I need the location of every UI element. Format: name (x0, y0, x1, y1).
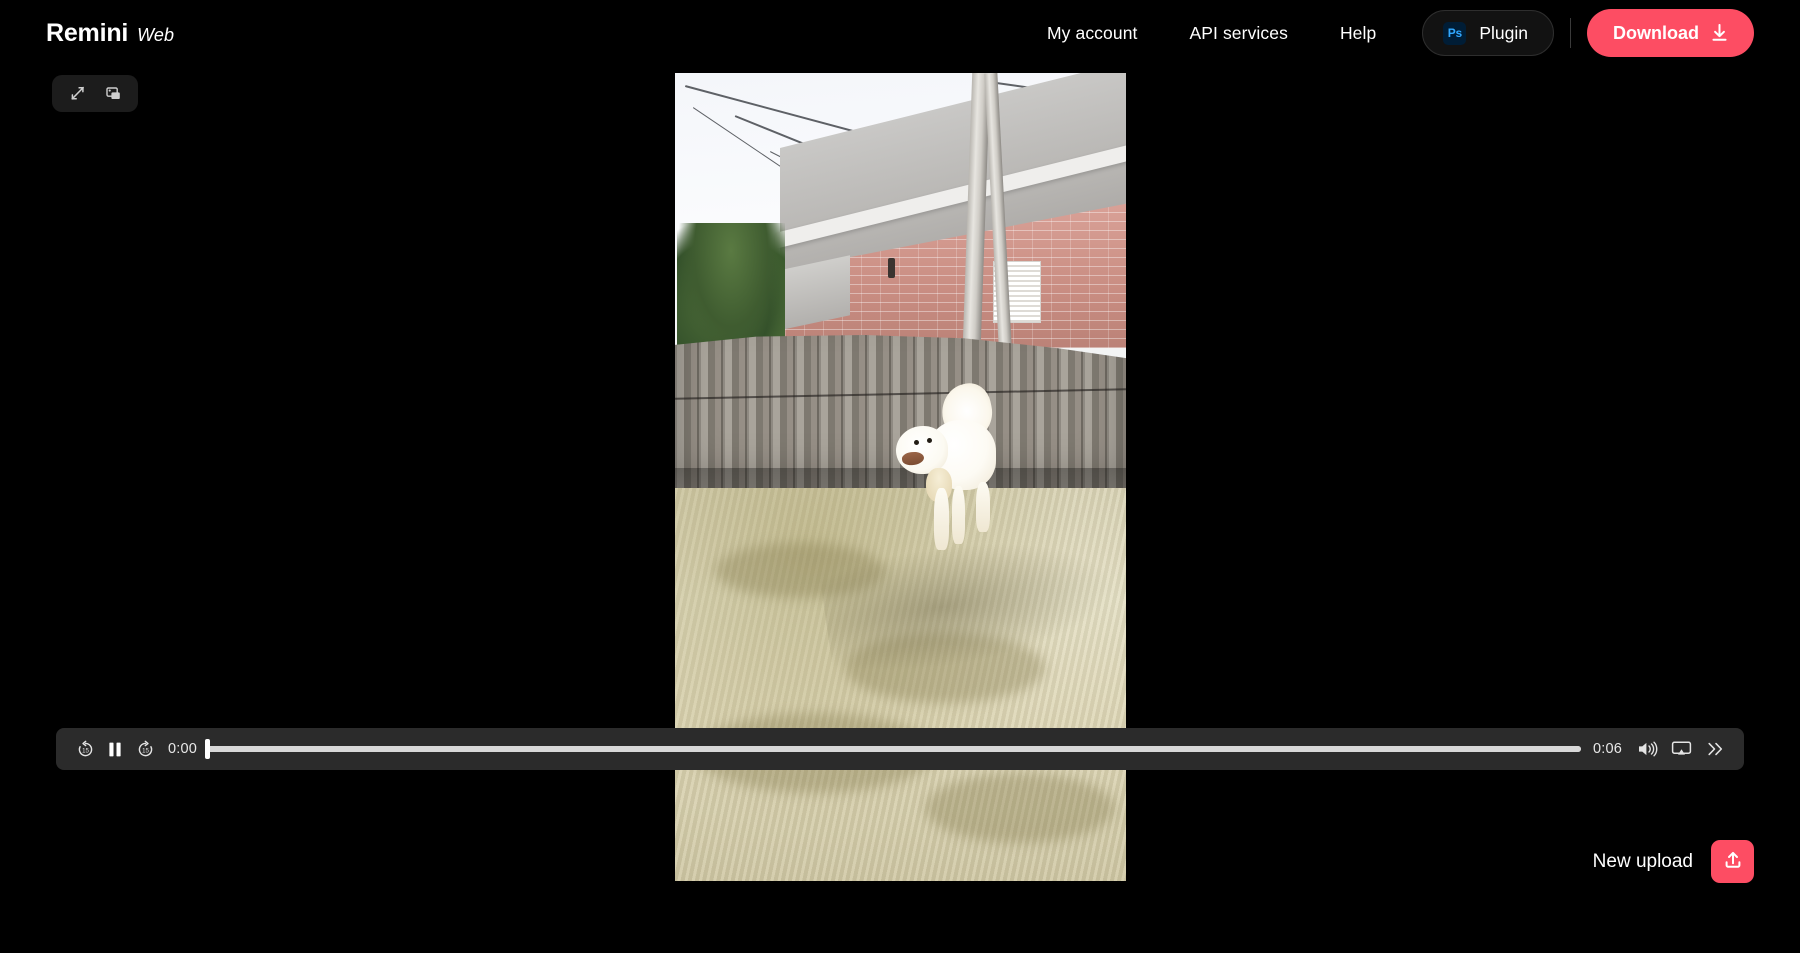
download-label: Download (1613, 22, 1699, 43)
photoshop-icon: Ps (1443, 21, 1467, 45)
video-player-controls: 15 15 0:00 0:06 (56, 728, 1744, 770)
pause-icon (107, 741, 123, 758)
player-right-controls (1632, 734, 1730, 764)
top-bar: Remini Web My account API services Help … (0, 0, 1800, 66)
airplay-icon (1671, 740, 1692, 758)
airplay-button[interactable] (1666, 734, 1696, 764)
progress-buffered (207, 746, 1581, 752)
download-icon (1711, 24, 1728, 42)
nav-help[interactable]: Help (1314, 23, 1402, 44)
nav-my-account[interactable]: My account (1029, 23, 1163, 44)
remini-web-app: Remini Web My account API services Help … (0, 0, 1800, 953)
dog-eye (927, 438, 932, 443)
dog-leg (976, 482, 990, 532)
main-navigation: My account API services Help Ps Plugin D… (1029, 8, 1754, 58)
forward-15-button[interactable]: 15 (130, 734, 160, 764)
duration: 0:06 (1592, 741, 1622, 757)
pause-button[interactable] (100, 734, 130, 764)
brand-logo[interactable]: Remini Web (46, 19, 174, 48)
brand-subtitle: Web (137, 25, 175, 45)
svg-text:15: 15 (142, 747, 149, 754)
nav-divider (1570, 18, 1571, 48)
current-time: 0:00 (168, 741, 198, 757)
lawn-patch (925, 773, 1115, 843)
download-button[interactable]: Download (1587, 9, 1754, 57)
progress-scrubber[interactable] (205, 734, 1581, 764)
forward-15-icon: 15 (136, 740, 155, 759)
upload-icon (1723, 849, 1743, 875)
dog-leg (934, 488, 949, 550)
volume-button[interactable] (1632, 734, 1662, 764)
brand-name: Remini (46, 19, 129, 47)
dog-eye (914, 440, 919, 445)
dog-leg (952, 486, 965, 544)
progress-handle[interactable] (205, 739, 211, 759)
new-upload-control[interactable]: New upload (1593, 840, 1754, 883)
plugin-label: Plugin (1479, 22, 1528, 43)
svg-text:15: 15 (82, 747, 89, 754)
rewind-15-button[interactable]: 15 (70, 734, 100, 764)
rewind-15-icon: 15 (76, 740, 95, 759)
photoshop-plugin-button[interactable]: Ps Plugin (1422, 10, 1554, 56)
new-upload-label: New upload (1592, 850, 1693, 872)
double-chevron-right-icon (1706, 741, 1725, 757)
dog-subject (890, 378, 1020, 563)
new-upload-button[interactable] (1711, 840, 1754, 883)
nav-api-services[interactable]: API services (1163, 23, 1313, 44)
porch-lamp (888, 258, 895, 278)
volume-high-icon (1637, 740, 1658, 758)
dog-head (896, 426, 948, 474)
more-options-button[interactable] (1700, 734, 1730, 764)
